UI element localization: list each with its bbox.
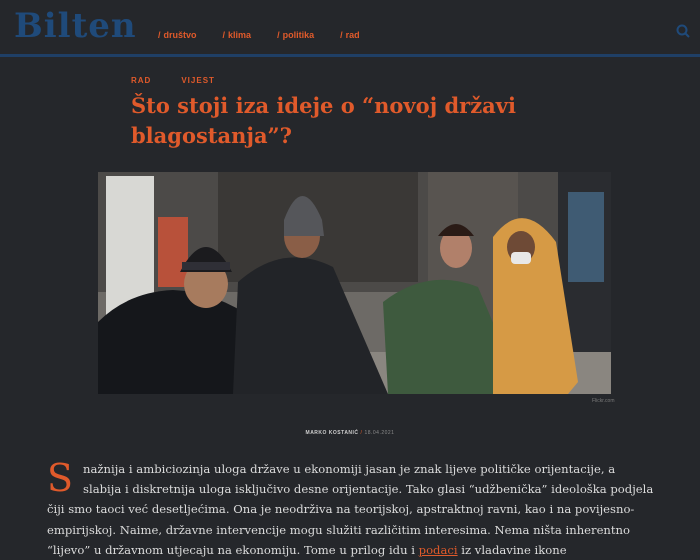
site-logo[interactable]: Bilten (14, 6, 137, 46)
nav-item-label: klima (228, 30, 252, 40)
author-link[interactable]: MARKO KOSTANIĆ (306, 430, 359, 436)
nav-item-politika[interactable]: / politika (277, 30, 314, 40)
byline-separator: / (360, 430, 363, 436)
article-body: Snažnija i ambiciozinja uloga države u e… (47, 459, 657, 560)
category-link[interactable]: RAD (131, 76, 151, 85)
nav-item-drustvo[interactable]: / društvo (158, 30, 197, 40)
search-icon[interactable] (676, 24, 690, 38)
photo-credit: Flickr.com (592, 398, 615, 404)
nav-item-rad[interactable]: / rad (340, 30, 360, 40)
inline-link-podaci[interactable]: podaci (419, 543, 458, 557)
paragraph-text-end: iz vladavine ikone (457, 542, 567, 557)
header-divider (0, 54, 700, 57)
nav-item-label: politika (282, 30, 315, 40)
nav-item-label: društvo (163, 30, 197, 40)
article-title: Što stoji iza ideje o “novoj državi blag… (131, 93, 516, 148)
main-nav: / društvo / klima / politika / rad (158, 30, 360, 40)
nav-item-label: rad (345, 30, 360, 40)
publish-date: 18.04.2021 (364, 430, 395, 436)
dropcap: S (47, 456, 74, 500)
nav-item-klima[interactable]: / klima (223, 30, 252, 40)
byline: MARKO KOSTANIĆ/18.04.2021 (0, 430, 700, 436)
article-meta: RAD VIJEST (131, 76, 215, 85)
article-type[interactable]: VIJEST (181, 76, 215, 85)
article-photo (98, 172, 611, 394)
site-header: Bilten / društvo / klima / politika / rad (0, 0, 700, 62)
street-photo-illustration (98, 172, 611, 394)
